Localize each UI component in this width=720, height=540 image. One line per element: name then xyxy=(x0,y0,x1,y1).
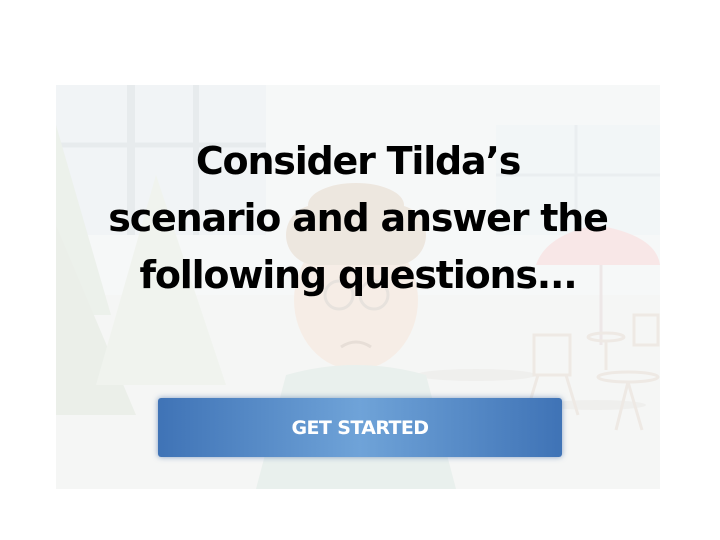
get-started-button[interactable]: GET STARTED xyxy=(158,398,562,457)
heading-line: following questions... xyxy=(139,253,578,297)
intro-slide: Consider Tilda’s scenario and answer the… xyxy=(56,85,660,489)
heading-line: Consider Tilda’s xyxy=(195,139,522,183)
slide-heading: Consider Tilda’s scenario and answer the… xyxy=(56,133,660,304)
heading-line: scenario and answer the xyxy=(108,196,609,240)
